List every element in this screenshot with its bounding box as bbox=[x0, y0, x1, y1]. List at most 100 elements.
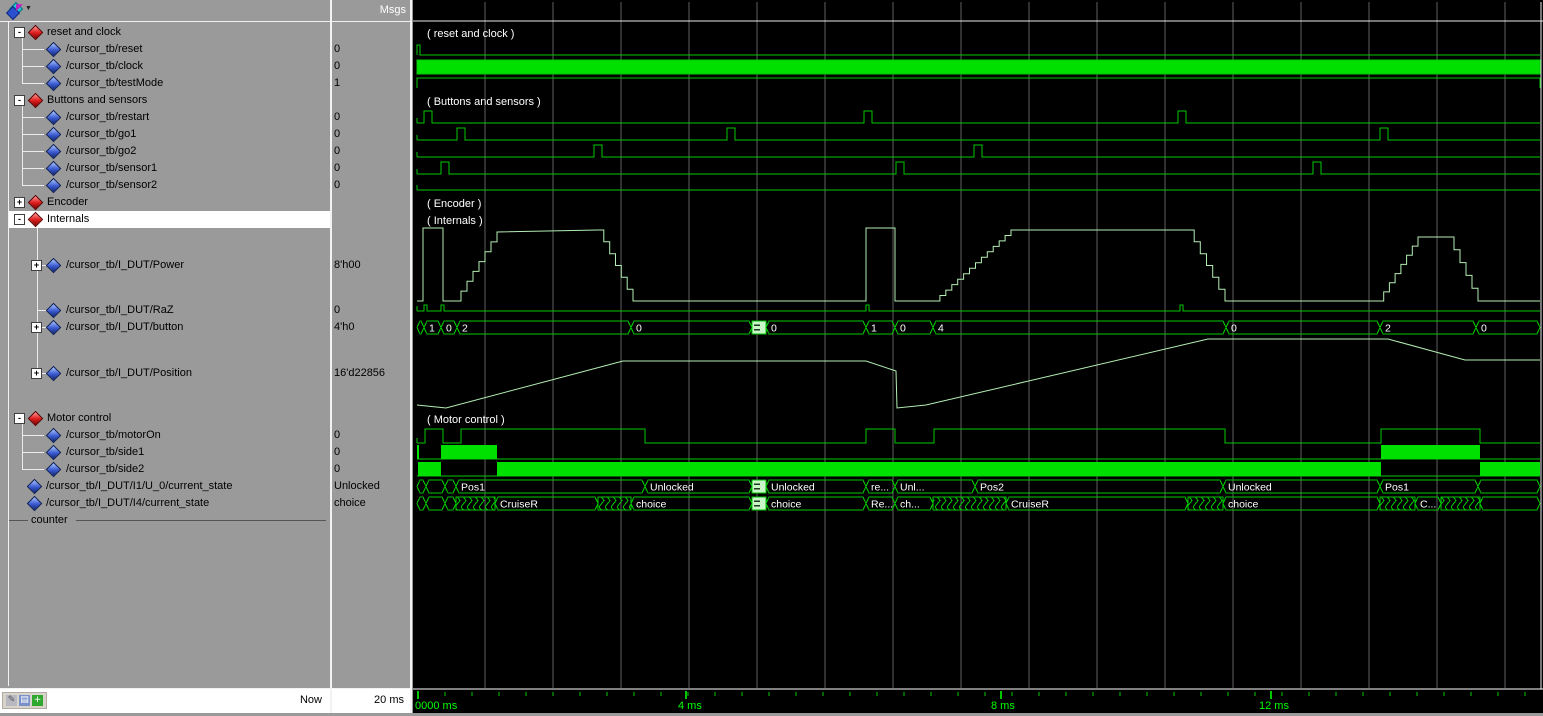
signal-value: 0 bbox=[334, 302, 408, 319]
tree-signal-row[interactable]: /cursor_tb/side1 bbox=[0, 444, 330, 461]
group-diamond-icon bbox=[28, 25, 44, 41]
signal-diamond-icon bbox=[46, 127, 62, 143]
signal-label: /cursor_tb/I_DUT/Position bbox=[66, 365, 192, 382]
tree-signal-row[interactable]: /cursor_tb/sensor1 bbox=[0, 160, 330, 177]
wave-canvas[interactable]: ( reset and clock )( Buttons and sensors… bbox=[413, 0, 1543, 713]
bus-highlight-marker bbox=[754, 325, 760, 327]
tree-signal-row[interactable]: +/cursor_tb/I_DUT/Power bbox=[0, 257, 330, 274]
tree-signal-row[interactable]: + /cursor_tb/I_DUT/Position bbox=[0, 365, 330, 382]
tree-signal-row[interactable]: /cursor_tb/sensor2 bbox=[0, 177, 330, 194]
collapse-icon[interactable]: - bbox=[14, 214, 25, 225]
signal-value: 1 bbox=[334, 75, 408, 92]
tree-group-row[interactable]: - Internals bbox=[0, 211, 330, 228]
tree-signal-row[interactable]: /cursor_tb/restart bbox=[0, 109, 330, 126]
name-msgs-divider[interactable] bbox=[330, 0, 332, 713]
collapse-icon[interactable]: - bbox=[14, 413, 25, 424]
bus-highlight-marker bbox=[754, 484, 760, 486]
signal-label: /cursor_tb/motorOn bbox=[66, 427, 161, 444]
footer-separator bbox=[0, 688, 411, 689]
divider-line bbox=[76, 520, 326, 521]
bus-highlight-marker bbox=[754, 488, 760, 490]
bus-transition-region bbox=[456, 497, 495, 510]
signal-value: 0 bbox=[334, 126, 408, 143]
signal-value: 16'd22856 bbox=[334, 365, 408, 382]
signal-label: /cursor_tb/testMode bbox=[66, 75, 163, 92]
tree-divider-row[interactable]: counter bbox=[0, 512, 330, 529]
wave-pane-icon[interactable]: ◤ ▼ bbox=[7, 3, 37, 18]
status-bar: ✎▤+ Now 20 ms bbox=[0, 689, 412, 713]
signal-label: /cursor_tb/reset bbox=[66, 41, 142, 58]
group-diamond-icon bbox=[28, 195, 44, 211]
signal-value: 0 bbox=[334, 444, 408, 461]
panel-header: ◤ ▼ Msgs bbox=[0, 0, 413, 21]
expand-icon[interactable]: + bbox=[31, 368, 42, 379]
signal-diamond-icon bbox=[46, 258, 62, 274]
bus-value-label: 0 bbox=[1231, 323, 1237, 335]
bus-value-label: 0 bbox=[900, 323, 906, 335]
signal-value: 0 bbox=[334, 177, 408, 194]
group-label: Motor control bbox=[47, 410, 111, 427]
tree-signal-row[interactable]: /cursor_tb/clock bbox=[0, 58, 330, 75]
tree-signal-row[interactable]: /cursor_tb/go1 bbox=[0, 126, 330, 143]
signal-diamond-icon bbox=[46, 42, 62, 58]
tree-signal-row[interactable]: /cursor_tb/go2 bbox=[0, 143, 330, 160]
bus-value-label: 0 bbox=[446, 323, 452, 335]
expand-icon[interactable]: + bbox=[31, 260, 42, 271]
tree-signal-row[interactable]: /cursor_tb/side2 bbox=[0, 461, 330, 478]
tree-signal-row[interactable]: /cursor_tb/I_DUT/RaZ bbox=[0, 302, 330, 319]
collapse-icon[interactable]: - bbox=[14, 95, 25, 106]
wave-side2 bbox=[417, 462, 1540, 476]
chevron-down-icon[interactable]: ▼ bbox=[25, 5, 32, 12]
tree-signal-row[interactable]: /cursor_tb/motorOn bbox=[0, 427, 330, 444]
tree-signal-row[interactable]: /cursor_tb/reset bbox=[0, 41, 330, 58]
tree-group-row[interactable]: +Encoder bbox=[0, 194, 330, 211]
tree-signal-row[interactable]: /cursor_tb/I_DUT/I1/U_0/current_state bbox=[0, 478, 330, 495]
bus-value-label: 4 bbox=[938, 323, 944, 335]
signal-value: 0 bbox=[334, 160, 408, 177]
tree-signal-row[interactable]: /cursor_tb/I_DUT/I4/current_state bbox=[0, 495, 330, 512]
tree-signal-row[interactable]: /cursor_tb/testMode bbox=[0, 75, 330, 92]
bus-value-label: Re... bbox=[871, 499, 893, 511]
msgs-column-header: Msgs bbox=[332, 0, 406, 21]
signal-label: /cursor_tb/sensor2 bbox=[66, 177, 157, 194]
bus-value-label: 0 bbox=[636, 323, 642, 335]
bus-highlight-marker bbox=[752, 480, 766, 493]
bus-value-label: Unlocked bbox=[650, 482, 694, 494]
tree-connector bbox=[22, 185, 44, 186]
expand-icon[interactable]: + bbox=[14, 197, 25, 208]
bus-highlight-marker bbox=[754, 329, 760, 331]
tree-signal-row[interactable]: + /cursor_tb/I_DUT/button bbox=[0, 319, 330, 336]
expand-icon[interactable]: + bbox=[31, 322, 42, 333]
group-label: Buttons and sensors bbox=[47, 92, 147, 109]
timeline-label: 4 ms bbox=[678, 700, 702, 712]
signal-value: 0 bbox=[334, 427, 408, 444]
collapse-icon[interactable]: - bbox=[14, 27, 25, 38]
tree-connector bbox=[37, 228, 38, 373]
bus-value-label: CruiseR bbox=[1011, 499, 1049, 511]
signal-value: choice bbox=[334, 495, 408, 512]
bus-value-label: CruiseR bbox=[500, 499, 538, 511]
signal-diamond-icon bbox=[46, 178, 62, 194]
group-diamond-icon bbox=[28, 411, 44, 427]
bus-value-label: choice bbox=[771, 499, 802, 511]
msgs-wave-divider[interactable] bbox=[410, 0, 412, 713]
tree-group-row[interactable]: - Motor control bbox=[0, 410, 330, 427]
bus-value-label: 1 bbox=[429, 323, 435, 335]
svg-text:( Motor control ): ( Motor control ) bbox=[427, 414, 505, 426]
bus-value-label: Pos1 bbox=[461, 482, 485, 494]
tree-group-row[interactable]: -reset and clock bbox=[0, 24, 330, 41]
bus-transition-region bbox=[1188, 497, 1223, 510]
tree-connector bbox=[22, 66, 44, 67]
signal-value: 0 bbox=[334, 109, 408, 126]
bus-value-label: Unlocked bbox=[1228, 482, 1272, 494]
signal-diamond-icon bbox=[27, 496, 43, 512]
bus-value-label: 2 bbox=[1385, 323, 1391, 335]
waveform-area[interactable]: ( reset and clock )( Buttons and sensors… bbox=[413, 0, 1543, 713]
tree-group-row[interactable]: - Buttons and sensors bbox=[0, 92, 330, 109]
timeline-label: 0000 ms bbox=[415, 700, 458, 712]
signal-label: /cursor_tb/I_DUT/button bbox=[66, 319, 183, 336]
group-label: Internals bbox=[47, 211, 89, 228]
signal-label: /cursor_tb/restart bbox=[66, 109, 149, 126]
signal-value: 8'h00 bbox=[334, 257, 408, 274]
signal-label: /cursor_tb/I_DUT/I1/U_0/current_state bbox=[46, 478, 232, 495]
